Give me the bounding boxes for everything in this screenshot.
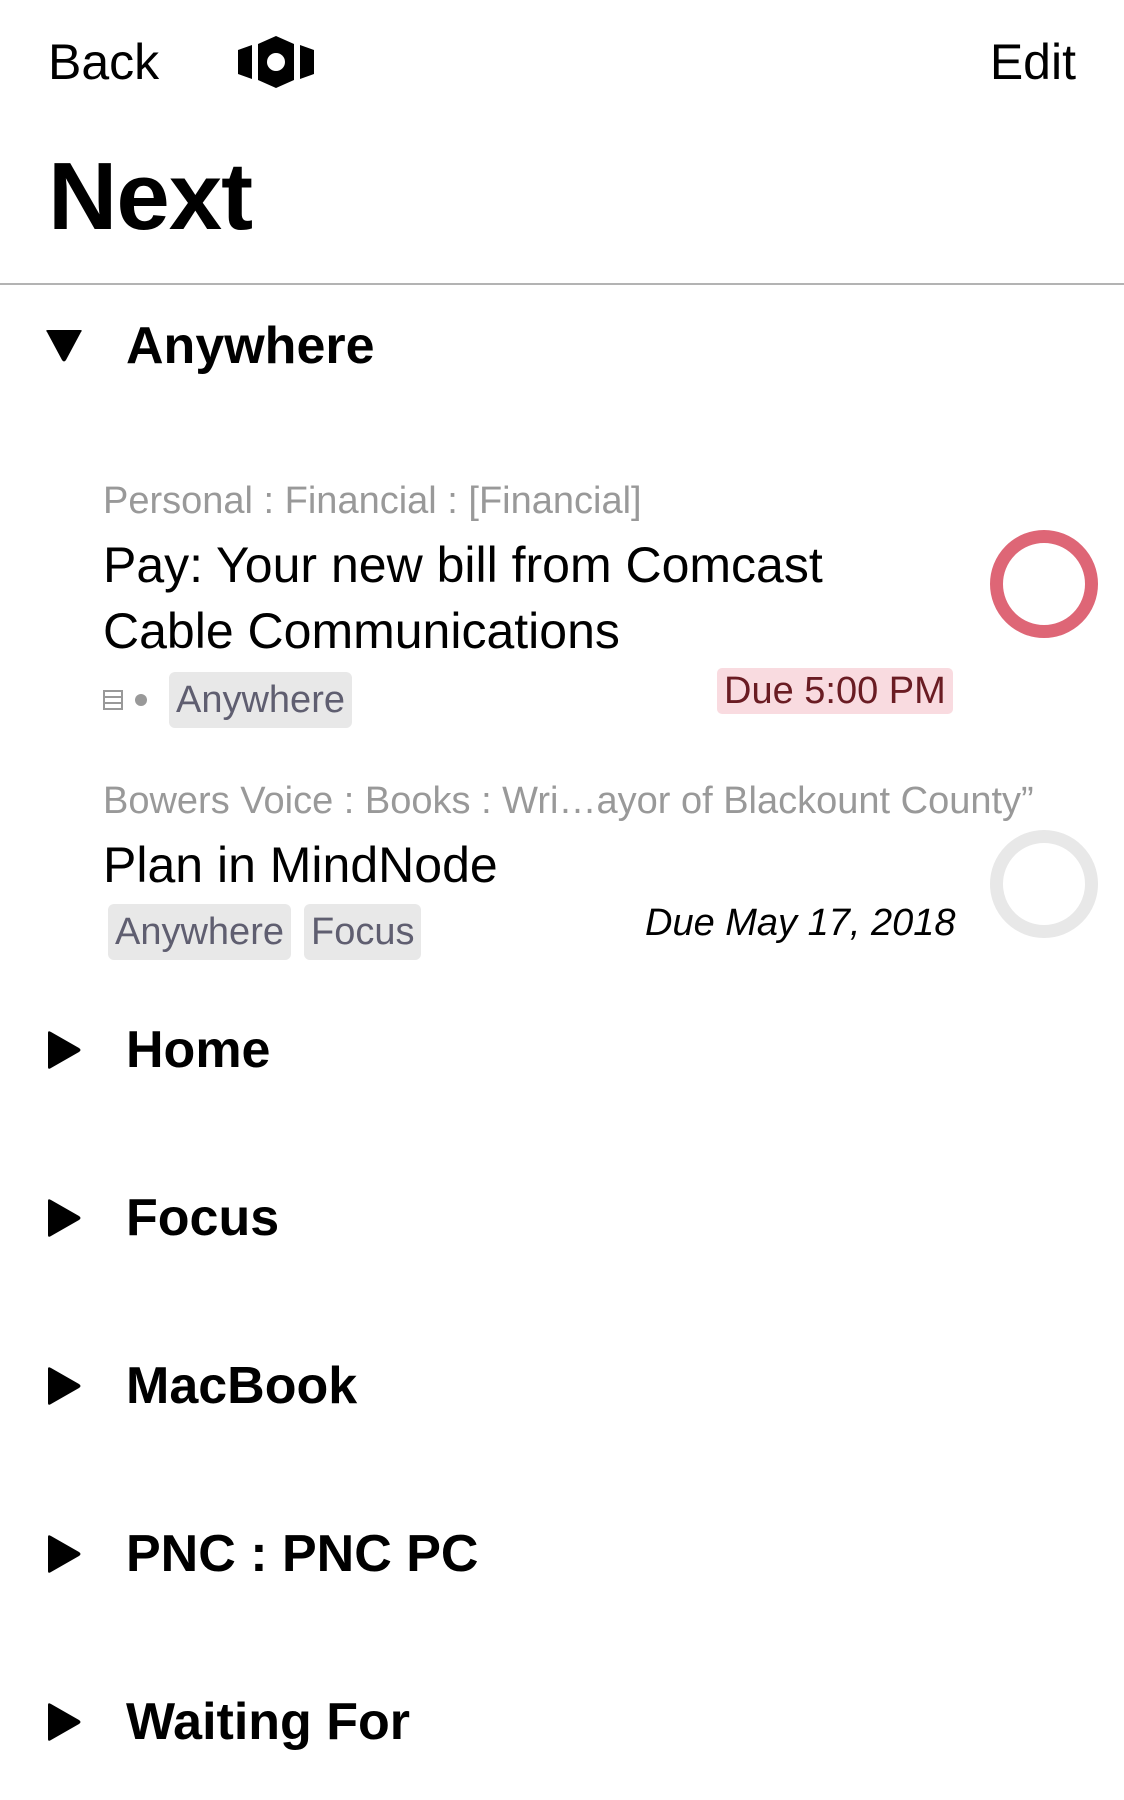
triangle-right-icon xyxy=(48,1031,81,1069)
task-title-line: Plan in MindNode xyxy=(103,837,498,893)
page-title: Next xyxy=(48,143,253,250)
section-header-macbook[interactable]: MacBook xyxy=(44,1354,357,1418)
tag-anywhere[interactable]: Anywhere xyxy=(169,672,352,728)
task-meta-row: Anywhere Focus xyxy=(103,904,433,960)
section-label: Waiting For xyxy=(126,1693,411,1751)
section-header-home[interactable]: Home xyxy=(44,1018,270,1082)
section-header-anywhere[interactable]: Anywhere xyxy=(44,314,375,378)
tag-anywhere[interactable]: Anywhere xyxy=(108,904,291,960)
section-header-pnc-pc[interactable]: PNC : PNC PC xyxy=(44,1522,478,1586)
task-project-path: Personal : Financial : [Financial] xyxy=(103,480,642,522)
edit-button[interactable]: Edit xyxy=(990,30,1076,94)
header-divider xyxy=(0,283,1124,285)
tag-focus[interactable]: Focus xyxy=(303,904,422,960)
due-date: Due May 17, 2018 xyxy=(645,902,956,944)
task-title-line: Cable Communications xyxy=(103,603,620,659)
triangle-right-icon xyxy=(48,1703,81,1741)
section-label: Anywhere xyxy=(126,317,375,375)
separator-dot xyxy=(135,694,147,706)
task-complete-checkbox[interactable] xyxy=(990,830,1098,938)
omnifocus-logo-icon[interactable] xyxy=(238,36,314,88)
task-complete-checkbox[interactable] xyxy=(990,530,1098,638)
note-icon xyxy=(103,690,123,710)
triangle-right-icon xyxy=(48,1535,81,1573)
section-label: PNC : PNC PC xyxy=(126,1525,479,1583)
back-button[interactable]: Back xyxy=(48,30,159,94)
task-title[interactable]: Pay: Your new bill from Comcast Cable Co… xyxy=(103,532,823,664)
triangle-down-icon xyxy=(46,330,82,362)
section-label: Focus xyxy=(126,1189,280,1247)
triangle-right-icon xyxy=(48,1199,81,1237)
section-label: MacBook xyxy=(126,1357,358,1415)
task-meta-row: Anywhere xyxy=(103,672,364,728)
section-label: Home xyxy=(126,1021,271,1079)
task-title[interactable]: Plan in MindNode xyxy=(103,832,498,898)
triangle-right-icon xyxy=(48,1367,81,1405)
task-project-path: Bowers Voice : Books : Wri…ayor of Black… xyxy=(103,780,1034,822)
section-header-focus[interactable]: Focus xyxy=(44,1186,279,1250)
due-badge-overdue: Due 5:00 PM xyxy=(717,668,953,714)
section-header-waiting-for[interactable]: Waiting For xyxy=(44,1690,410,1754)
task-title-line: Pay: Your new bill from Comcast xyxy=(103,537,823,593)
